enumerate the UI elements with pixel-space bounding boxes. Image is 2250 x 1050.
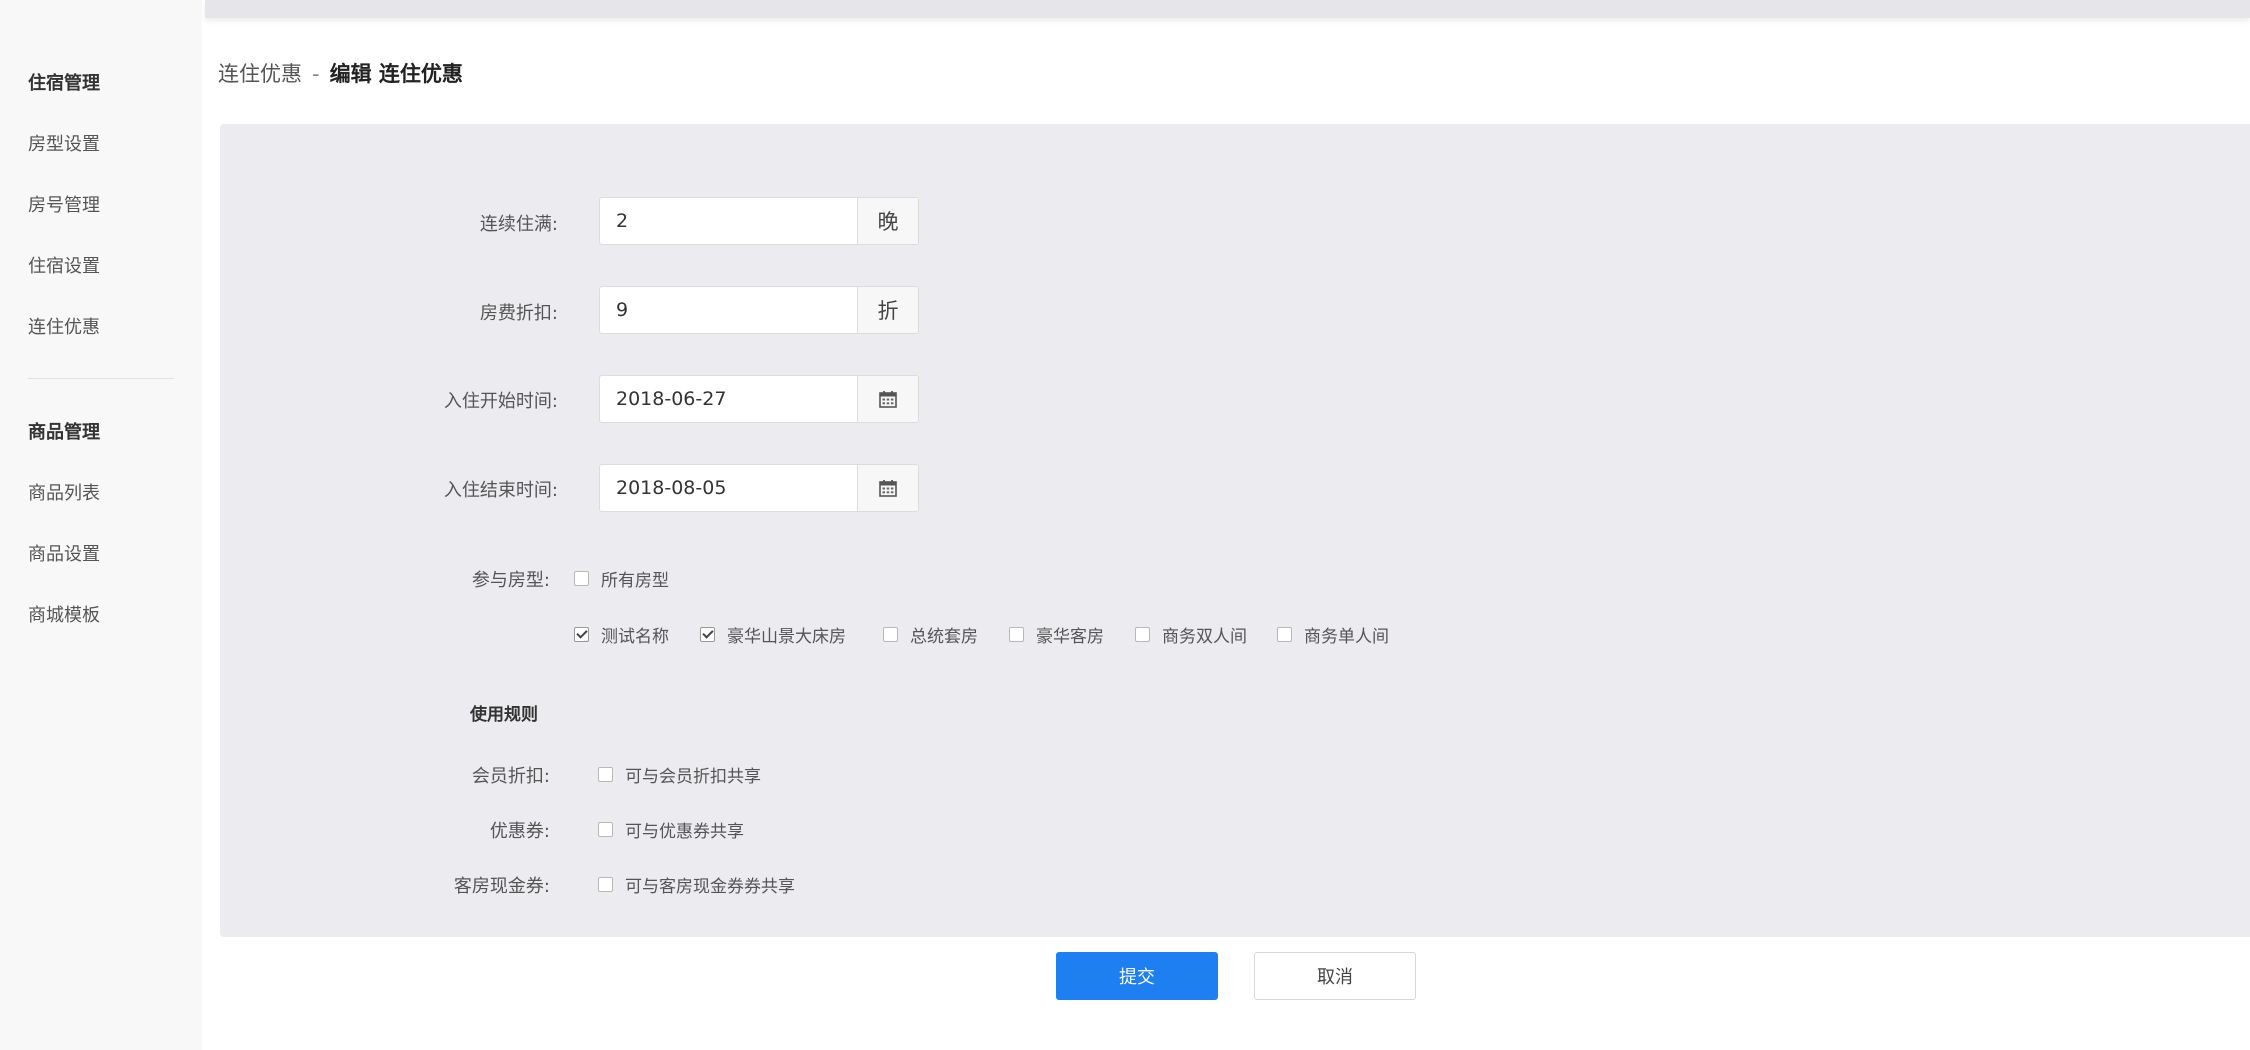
room-type-label: 豪华客房 bbox=[1036, 627, 1104, 647]
member-discount-option-label: 可与会员折扣共享 bbox=[625, 767, 761, 787]
consecutive-nights-input[interactable]: 2 bbox=[600, 198, 857, 244]
room-type-checkbox[interactable] bbox=[574, 627, 589, 642]
room-type-all-option[interactable]: 所有房型 bbox=[574, 566, 669, 591]
room-voucher-option-label: 可与客房现金券券共享 bbox=[625, 877, 795, 897]
member-discount-checkbox[interactable] bbox=[598, 767, 613, 782]
sidebar-divider bbox=[28, 378, 174, 379]
sidebar-item-stay-discount[interactable]: 连住优惠 bbox=[28, 313, 100, 339]
room-voucher-checkbox[interactable] bbox=[598, 877, 613, 892]
sidebar-group-title-lodging: 住宿管理 bbox=[28, 73, 100, 94]
room-type-checkbox[interactable] bbox=[883, 627, 898, 642]
sidebar: 住宿管理 房型设置 房号管理 住宿设置 连住优惠 商品管理 商品列表 商品设置 … bbox=[0, 0, 202, 1050]
room-discount-input[interactable]: 9 bbox=[600, 287, 857, 333]
sidebar-item-lodging-settings[interactable]: 住宿设置 bbox=[28, 252, 100, 278]
sidebar-item-goods-settings[interactable]: 商品设置 bbox=[28, 540, 100, 566]
top-bar bbox=[205, 0, 2250, 18]
submit-button[interactable]: 提交 bbox=[1056, 952, 1218, 1000]
breadcrumb-separator: - bbox=[312, 62, 320, 86]
member-discount-option[interactable]: 可与会员折扣共享 bbox=[598, 762, 761, 787]
checkin-start-label: 入住开始时间: bbox=[443, 391, 558, 412]
room-type-option[interactable]: 豪华山景大床房 bbox=[700, 622, 846, 647]
checkin-end-field[interactable]: 2018-08-05 bbox=[599, 464, 919, 512]
room-types-label: 参与房型: bbox=[471, 570, 550, 591]
room-type-all-label: 所有房型 bbox=[601, 571, 669, 591]
rules-section-title: 使用规则 bbox=[470, 705, 538, 725]
room-voucher-option[interactable]: 可与客房现金券券共享 bbox=[598, 872, 795, 897]
sidebar-item-room-numbers[interactable]: 房号管理 bbox=[28, 191, 100, 217]
room-voucher-label: 客房现金券: bbox=[453, 876, 550, 897]
nights-unit: 晚 bbox=[857, 198, 918, 244]
room-type-checkbox[interactable] bbox=[700, 627, 715, 642]
breadcrumb-parent[interactable]: 连住优惠 bbox=[218, 62, 302, 86]
room-type-label: 测试名称 bbox=[601, 627, 669, 647]
room-type-label: 商务单人间 bbox=[1304, 627, 1389, 647]
checkin-end-input[interactable]: 2018-08-05 bbox=[600, 465, 857, 511]
sidebar-item-room-types[interactable]: 房型设置 bbox=[28, 130, 100, 156]
room-type-option[interactable]: 测试名称 bbox=[574, 622, 669, 647]
coupon-option[interactable]: 可与优惠券共享 bbox=[598, 817, 744, 842]
form-panel bbox=[220, 124, 2250, 937]
checkin-start-field[interactable]: 2018-06-27 bbox=[599, 375, 919, 423]
room-discount-field[interactable]: 9 折 bbox=[599, 286, 919, 334]
coupon-label: 优惠券: bbox=[489, 821, 550, 842]
page-title: 编辑 连住优惠 bbox=[329, 62, 463, 86]
room-type-option[interactable]: 商务单人间 bbox=[1277, 622, 1389, 647]
calendar-icon[interactable] bbox=[857, 465, 918, 511]
sidebar-item-mall-template[interactable]: 商城模板 bbox=[28, 601, 100, 627]
room-type-checkbox[interactable] bbox=[1009, 627, 1024, 642]
consecutive-nights-label: 连续住满: bbox=[479, 214, 558, 235]
checkin-end-label: 入住结束时间: bbox=[443, 480, 558, 501]
room-type-checkbox[interactable] bbox=[1277, 627, 1292, 642]
room-type-all-checkbox[interactable] bbox=[574, 571, 589, 586]
room-type-label: 豪华山景大床房 bbox=[727, 627, 846, 647]
room-type-option[interactable]: 总统套房 bbox=[883, 622, 978, 647]
calendar-icon[interactable] bbox=[857, 376, 918, 422]
sidebar-item-goods-list[interactable]: 商品列表 bbox=[28, 479, 100, 505]
breadcrumb: 连住优惠 - 编辑 连住优惠 bbox=[218, 58, 463, 88]
room-type-checkbox[interactable] bbox=[1135, 627, 1150, 642]
room-type-label: 商务双人间 bbox=[1162, 627, 1247, 647]
cancel-button[interactable]: 取消 bbox=[1254, 952, 1416, 1000]
coupon-option-label: 可与优惠券共享 bbox=[625, 822, 744, 842]
consecutive-nights-field[interactable]: 2 晚 bbox=[599, 197, 919, 245]
checkin-start-input[interactable]: 2018-06-27 bbox=[600, 376, 857, 422]
room-type-label: 总统套房 bbox=[910, 627, 978, 647]
member-discount-label: 会员折扣: bbox=[471, 766, 550, 787]
coupon-checkbox[interactable] bbox=[598, 822, 613, 837]
room-type-option[interactable]: 商务双人间 bbox=[1135, 622, 1247, 647]
sidebar-group-title-goods: 商品管理 bbox=[28, 422, 100, 443]
room-discount-label: 房费折扣: bbox=[479, 303, 558, 324]
discount-unit: 折 bbox=[857, 287, 918, 333]
room-type-option[interactable]: 豪华客房 bbox=[1009, 622, 1104, 647]
